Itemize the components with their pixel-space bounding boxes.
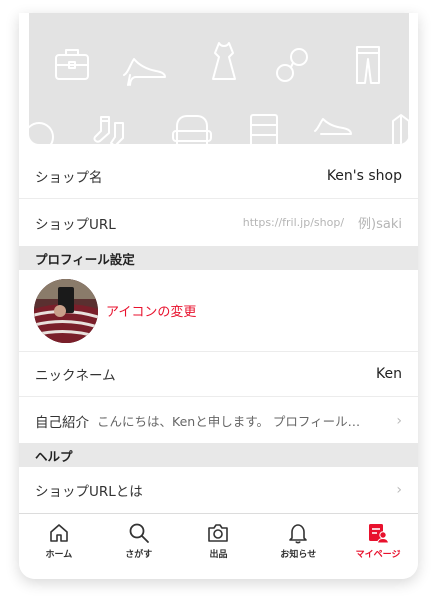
section-profile-settings: プロフィール設定: [19, 246, 418, 270]
pants-icon: [356, 46, 380, 84]
bell-icon: [289, 524, 308, 544]
home-icon: [50, 524, 68, 542]
briefcase-icon: [55, 49, 89, 80]
tab-notifications-label: お知らせ: [280, 550, 317, 560]
chair-icon: [172, 115, 212, 144]
shop-url-label: ショップURL: [35, 216, 116, 233]
chevron-right-icon: ›: [396, 482, 402, 498]
tab-search[interactable]: さがす: [99, 514, 179, 579]
shop-url-about-label: ショップURLとは: [35, 484, 143, 500]
cover-pattern: [29, 42, 409, 144]
dress-icon: [212, 42, 236, 80]
socks-icon: [93, 116, 124, 144]
tab-home[interactable]: ホーム: [19, 514, 99, 579]
bio-preview: こんにちは、Kenと申します。 プロフィール…: [97, 414, 361, 429]
nickname-row[interactable]: ニックネーム Ken: [19, 352, 418, 397]
tab-search-label: さがす: [125, 550, 153, 560]
bottom-tab-bar: ホーム さがす 出品 お知らせ マイページ: [19, 513, 418, 579]
shop-name-value: Ken's shop: [326, 168, 402, 184]
shop-url-row[interactable]: ショップURL https://fril.jp/shop/ 例)saki: [19, 200, 418, 245]
tab-mypage-label: マイページ: [355, 550, 401, 560]
heel-icon: [123, 58, 166, 86]
hat-icon: [29, 122, 54, 144]
avatar-row[interactable]: アイコンの変更: [19, 270, 418, 352]
avatar[interactable]: [34, 278, 98, 343]
shop-url-prefix: https://fril.jp/shop/: [242, 216, 345, 229]
tab-sell[interactable]: 出品: [179, 514, 259, 579]
tab-sell-label: 出品: [209, 550, 228, 560]
bio-label: 自己紹介: [35, 414, 89, 431]
change-icon-link[interactable]: アイコンの変更: [106, 301, 196, 320]
search-icon: [129, 523, 149, 543]
tab-notifications[interactable]: お知らせ: [258, 514, 338, 579]
app-screen: ショップ名 Ken's shop ショップURL https://fril.jp…: [19, 13, 418, 579]
mypage-icon: [369, 524, 390, 544]
shop-cover-image[interactable]: [29, 13, 409, 144]
tab-home-label: ホーム: [45, 550, 73, 560]
chevron-right-icon: ›: [396, 412, 402, 429]
shop-url-input[interactable]: 例)saki: [358, 213, 402, 232]
glasses-icon: [276, 48, 308, 82]
camera-icon: [208, 524, 229, 542]
shop-url-about-row[interactable]: ショップURLとは ›: [19, 467, 418, 513]
jacket-icon: [392, 114, 409, 144]
tab-mypage[interactable]: マイページ: [338, 514, 418, 579]
shoe-icon: [314, 118, 352, 135]
nickname-value: Ken: [376, 366, 402, 382]
nickname-label: ニックネーム: [35, 368, 116, 384]
section-help: ヘルプ: [19, 443, 418, 467]
shop-name-label: ショップ名: [35, 170, 103, 186]
bio-row[interactable]: 自己紹介 こんにちは、Kenと申します。 プロフィール… ›: [19, 398, 418, 443]
drawer-icon: [250, 114, 278, 144]
shop-name-row[interactable]: ショップ名 Ken's shop: [19, 154, 418, 199]
